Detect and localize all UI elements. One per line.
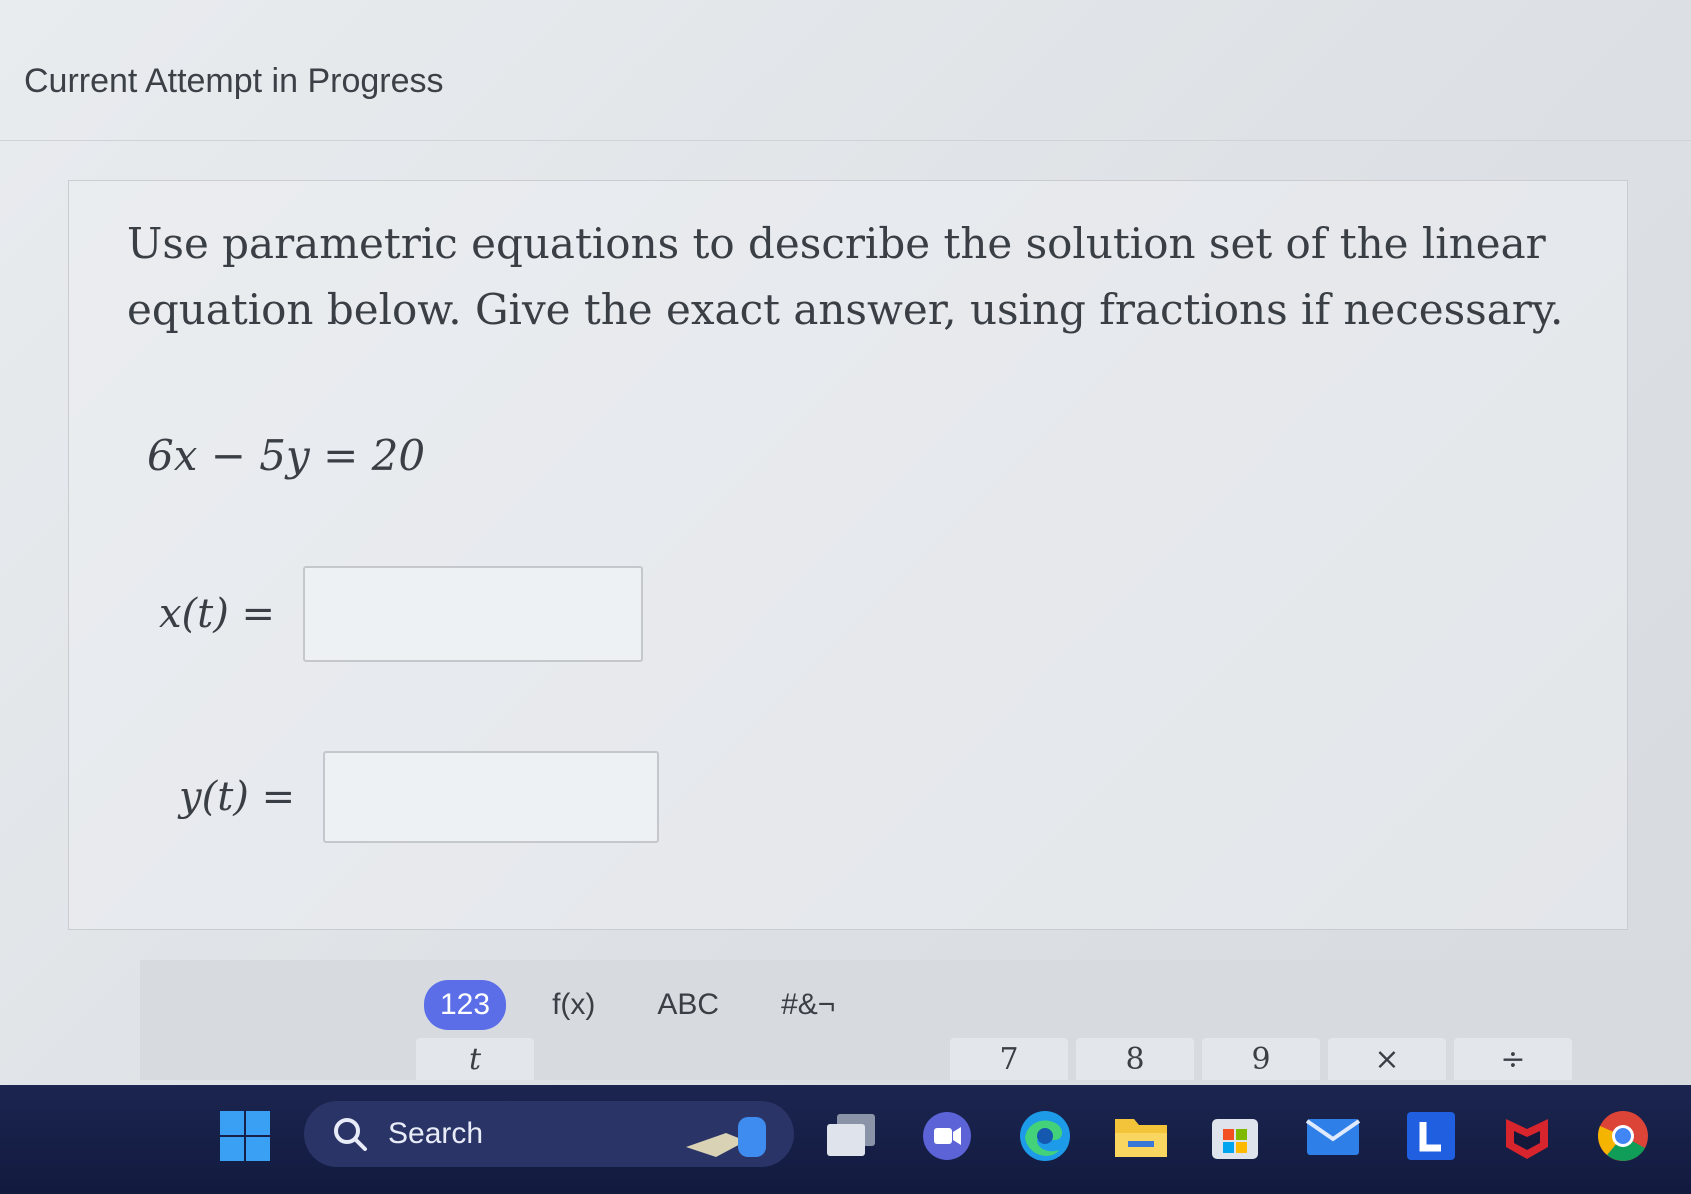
mcafee-icon[interactable] [1498,1107,1556,1165]
mail-icon[interactable] [1304,1107,1362,1165]
l-app-icon[interactable] [1402,1107,1460,1165]
search-label: Search [388,1117,484,1150]
tab-symbols[interactable]: #&¬ [765,980,851,1030]
y-answer-row: y(t) = [179,751,660,843]
teams-chat-icon[interactable] [918,1107,976,1165]
key-divide[interactable]: ÷ [1454,1038,1572,1080]
key-8[interactable]: 8 [1076,1038,1194,1080]
taskbar-search-box[interactable]: Search [304,1101,794,1167]
math-keyboard: 123 f(x) ABC #&¬ t 7 8 9 × ÷ [140,960,1691,1080]
tab-functions[interactable]: f(x) [536,980,611,1030]
y-answer-label: y(t) = [179,774,296,820]
x-answer-label: x(t) = [159,591,276,637]
windows-taskbar: Search [0,1085,1691,1194]
attempt-status-title: Current Attempt in Progress [24,62,444,100]
x-answer-row: x(t) = [159,566,644,662]
task-view-icon[interactable] [822,1107,880,1165]
search-icon [334,1118,367,1151]
given-equation: 6x − 5y = 20 [147,431,426,480]
x-of-t-input[interactable] [303,566,644,662]
question-prompt: Use parametric equations to describe the… [127,219,1564,334]
file-explorer-icon[interactable] [1112,1107,1170,1165]
keyboard-mode-tabs: 123 f(x) ABC #&¬ [424,980,851,1030]
key-t[interactable]: t [416,1038,534,1080]
tab-abc[interactable]: ABC [641,980,735,1030]
page-header: Current Attempt in Progress [0,0,1691,141]
windows-start-icon[interactable] [216,1107,274,1165]
y-of-t-input[interactable] [323,751,660,843]
microsoft-store-icon[interactable] [1206,1107,1264,1165]
search-highlight-art [686,1117,766,1157]
chrome-icon[interactable] [1594,1107,1652,1165]
edge-browser-icon[interactable] [1016,1107,1074,1165]
key-9[interactable]: 9 [1202,1038,1320,1080]
key-multiply[interactable]: × [1328,1038,1446,1080]
key-7[interactable]: 7 [950,1038,1068,1080]
question-card: Use parametric equations to describe the… [68,180,1628,930]
tab-123[interactable]: 123 [424,980,507,1030]
